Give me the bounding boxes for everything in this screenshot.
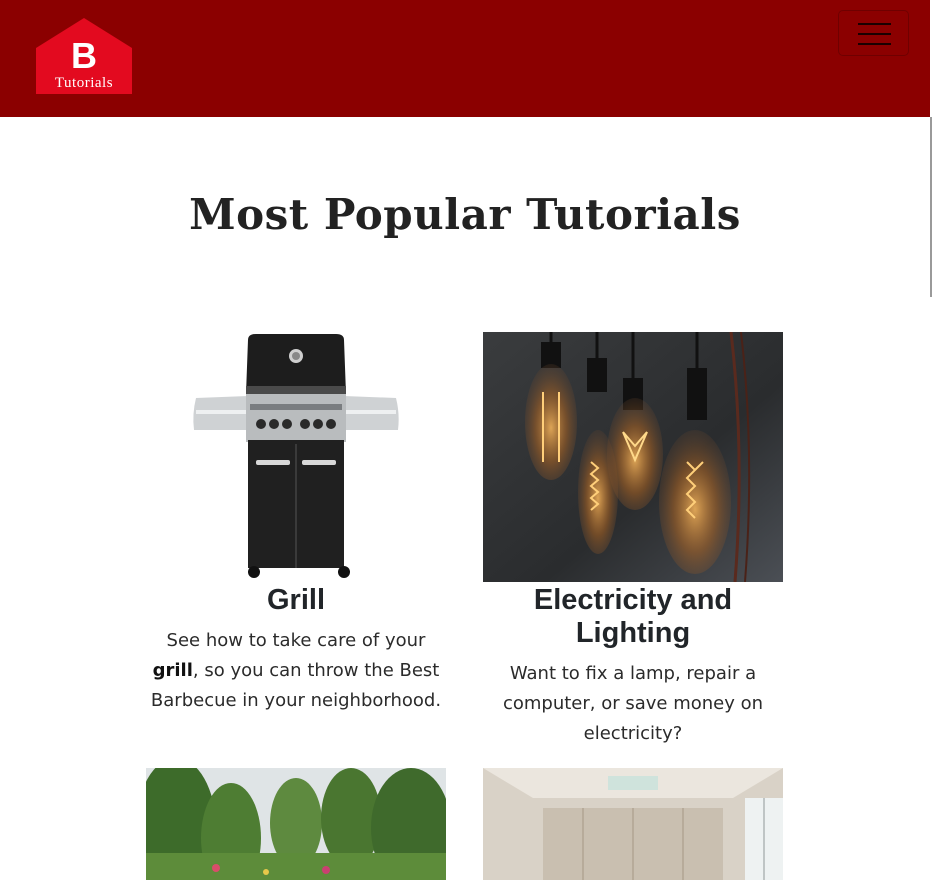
garden-image[interactable]: [146, 768, 446, 880]
card-text-electricity: Want to fix a lamp, repair a computer, o…: [502, 663, 764, 744]
card-title-grill[interactable]: Grill: [146, 584, 446, 617]
hamburger-menu-icon: [858, 33, 891, 35]
grill-image[interactable]: [146, 332, 446, 582]
card-text-bold: grill: [152, 660, 193, 681]
brand-logo[interactable]: B Tutorials: [36, 18, 132, 94]
card-text-part: See how to take care of your: [166, 630, 426, 651]
tutorial-card-electricity[interactable]: Electricity and Lighting Want to fix a l…: [483, 332, 783, 749]
top-navbar: B Tutorials: [0, 0, 930, 117]
logo-letter: B: [71, 35, 97, 76]
hamburger-menu-icon: [858, 23, 891, 25]
page-title: Most Popular Tutorials: [189, 190, 741, 239]
card-text-grill: See how to take care of your grill, so y…: [146, 626, 446, 716]
card-title-electricity[interactable]: Electricity and Lighting: [483, 584, 783, 650]
card-text-part: , so you can throw the Best Barbecue in …: [150, 660, 442, 711]
light-bulbs-image[interactable]: [483, 332, 783, 582]
hamburger-menu-icon: [858, 43, 891, 45]
tutorial-card-grill[interactable]: Grill See how to take care of your grill…: [146, 332, 446, 716]
navbar-toggle-button[interactable]: [838, 10, 909, 56]
interior-room-image[interactable]: [483, 768, 783, 880]
logo-wordmark: Tutorials: [54, 75, 114, 91]
